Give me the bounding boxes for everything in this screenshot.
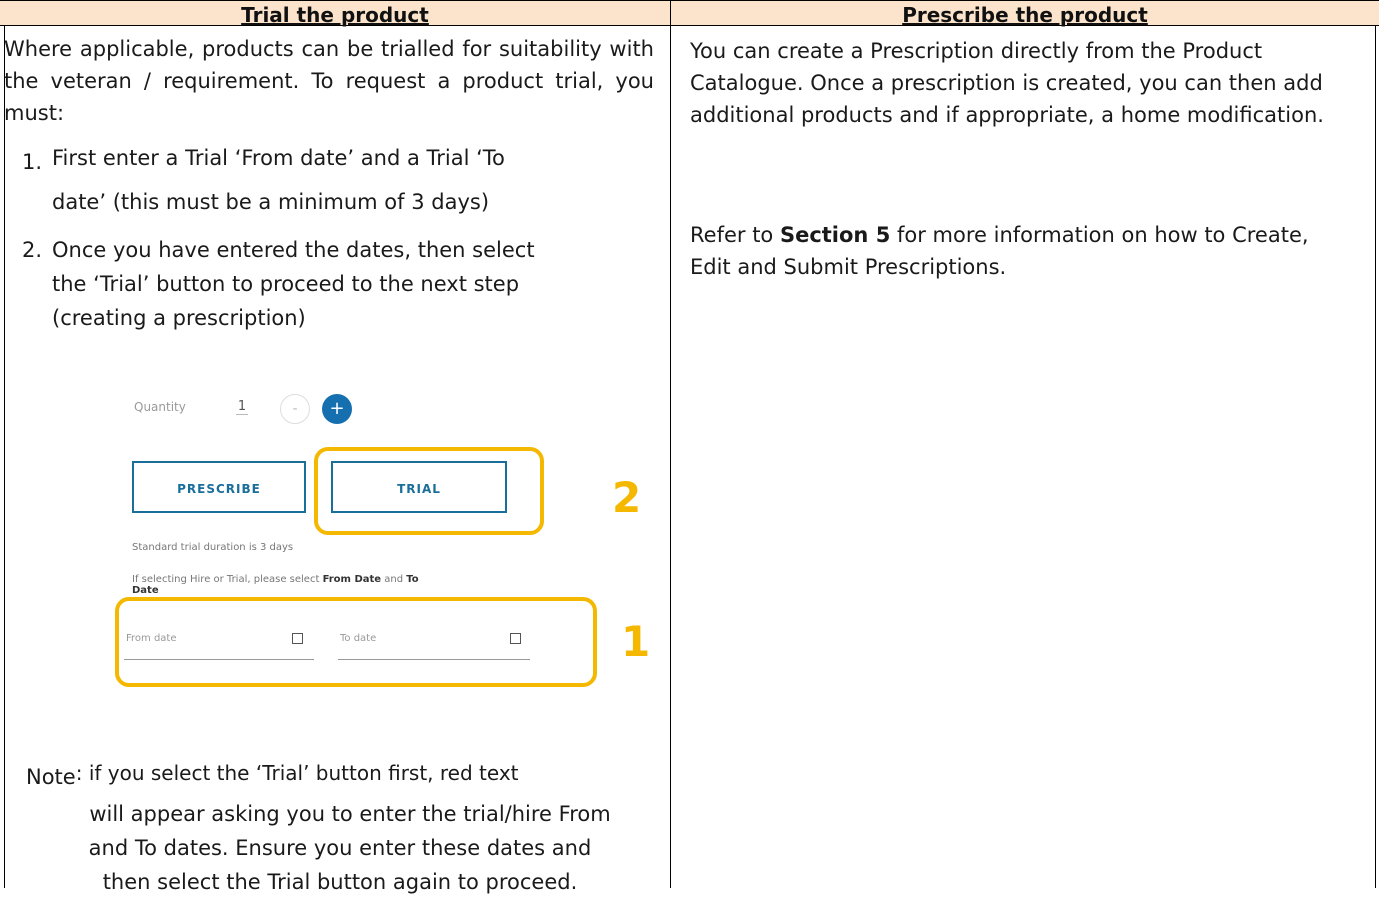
instruction-and: and: [381, 574, 407, 585]
trial-intro: Where applicable, products can be triall…: [4, 37, 654, 125]
table-header-row: Trial the product Prescribe the product: [0, 1, 1379, 27]
column-divider: [670, 1, 671, 888]
step-text: Once you have entered the dates, then se…: [52, 238, 535, 262]
right-border: [1375, 25, 1376, 888]
reference-prefix: Refer to: [690, 223, 780, 247]
instruction-to: To: [406, 574, 419, 585]
note-line: then select the Trial button again to pr…: [102, 870, 578, 894]
trial-header: Trial the product: [241, 3, 429, 27]
left-border: [4, 25, 5, 888]
instruction-from: From Date: [322, 574, 382, 585]
note-line: and To dates. Ensure you enter these dat…: [88, 836, 592, 860]
prescribe-paragraph: You can create a Prescription directly f…: [690, 39, 1324, 127]
quantity-value: 1: [236, 399, 248, 415]
step-number: 2.: [22, 238, 43, 262]
trial-highlight: [314, 447, 544, 535]
section-reference: Refer to Section 5 for more information …: [690, 219, 1340, 283]
step-number: 1.: [22, 150, 43, 174]
instruction-prefix: If selecting Hire or Trial, please selec…: [132, 574, 323, 585]
date-highlight: [115, 597, 597, 687]
duration-text: Standard trial duration is 3 days: [132, 542, 294, 553]
prescribe-header: Prescribe the product: [902, 3, 1148, 27]
document-table: Trial the product Prescribe the product …: [0, 0, 1379, 894]
note-line: Note: if you select the ‘Trial’ button f…: [26, 761, 676, 793]
callout-2: 2: [612, 473, 642, 522]
step-text: the ‘Trial’ button to proceed to the nex…: [52, 272, 520, 296]
note-line: will appear asking you to enter the tria…: [89, 802, 611, 826]
step-text: First enter a Trial ‘From date’ and a Tr…: [52, 146, 505, 170]
hire-trial-instruction: If selecting Hire or Trial, please selec…: [132, 574, 492, 596]
callout-1: 1: [621, 617, 651, 666]
prescribe-button[interactable]: PRESCRIBE: [132, 461, 306, 513]
section-5-link: Section 5: [779, 223, 891, 247]
instruction-to-date: Date: [132, 585, 159, 596]
increase-quantity-button[interactable]: +: [322, 394, 352, 424]
note-text: : if you select the ‘Trial’ button first…: [75, 761, 519, 785]
step-text: (creating a prescription): [52, 306, 306, 330]
note-label: Note: [26, 765, 76, 789]
quantity-label: Quantity: [134, 400, 186, 414]
step-text: date’ (this must be a minimum of 3 days): [52, 190, 490, 214]
trial-screenshot: Quantity 1 - + PRESCRIBE TRIAL 2 Standar…: [110, 381, 660, 711]
decrease-quantity-button[interactable]: -: [280, 394, 310, 424]
